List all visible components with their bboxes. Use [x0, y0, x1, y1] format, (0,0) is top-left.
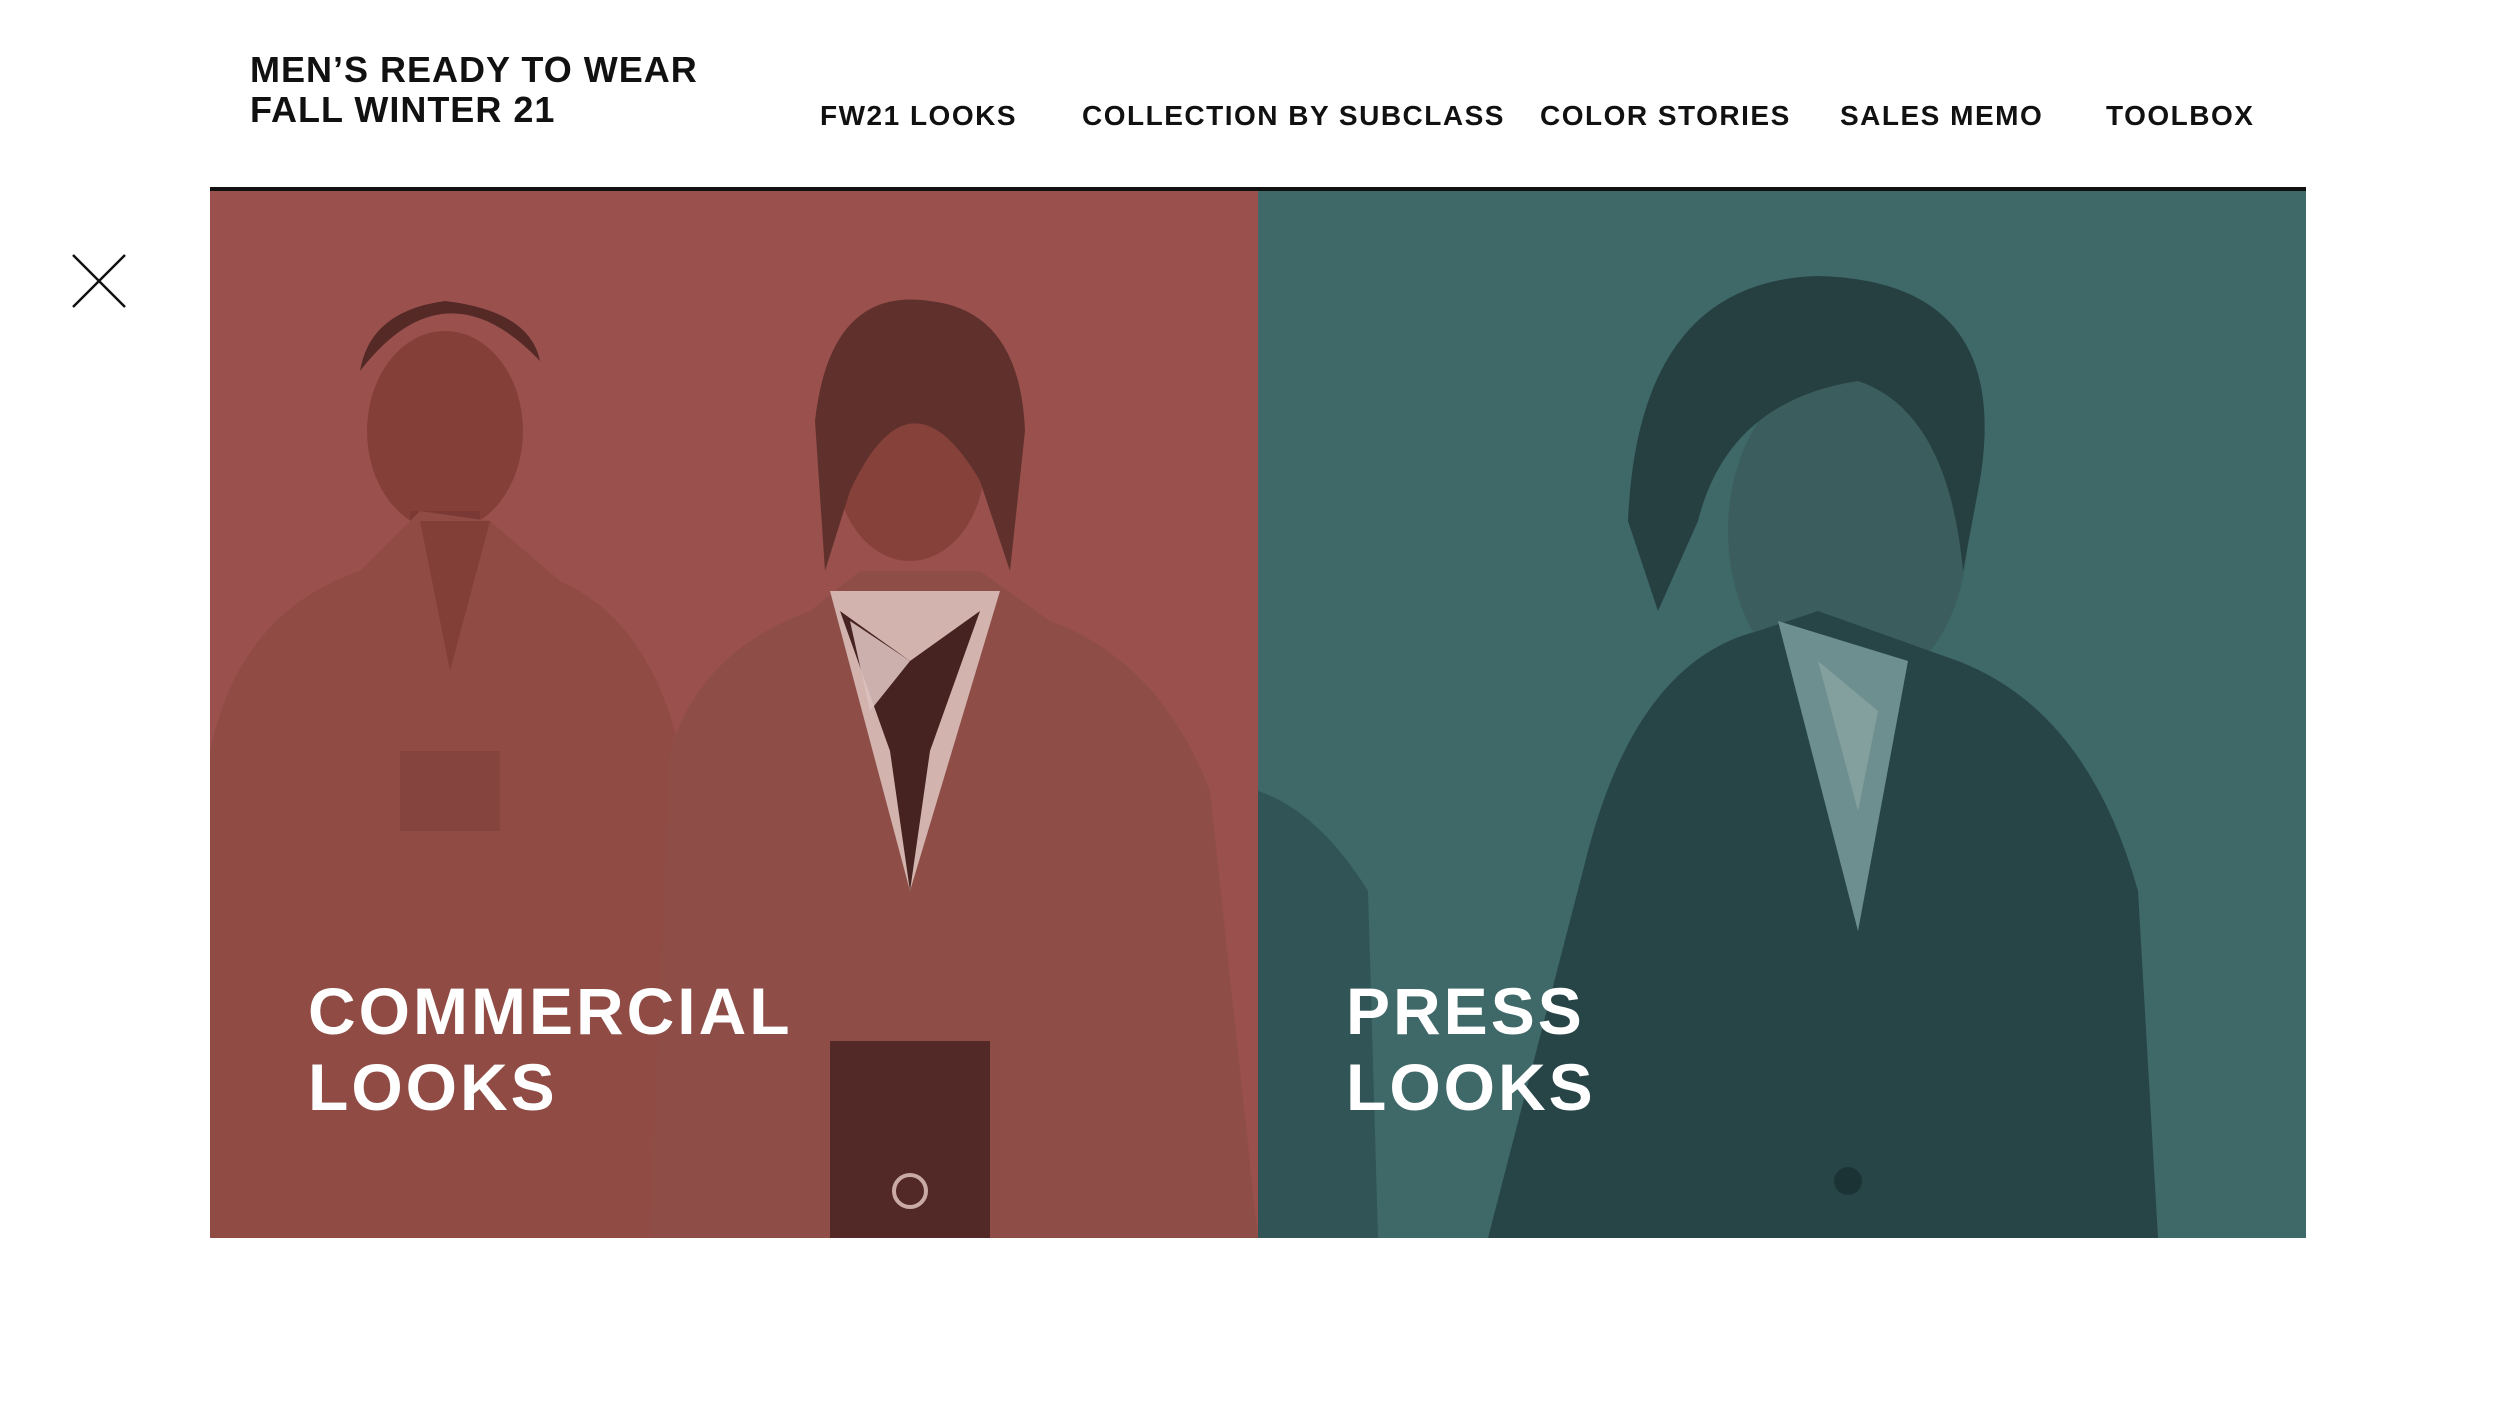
nav-item-fw21-looks[interactable]: FW21 LOOKS [820, 96, 1017, 136]
main-nav: FW21 LOOKS COLLECTION BY SUBCLASS COLOR … [0, 96, 2500, 136]
press-looks-card[interactable]: PRESS LOOKS [1258, 191, 2306, 1238]
press-looks-title-line2: LOOKS [1346, 1050, 1596, 1124]
close-icon [72, 254, 126, 308]
close-button[interactable] [70, 252, 128, 310]
nav-item-collection-by-subclass[interactable]: COLLECTION BY SUBCLASS [1082, 96, 1505, 136]
press-looks-title: PRESS LOOKS [1346, 973, 1596, 1125]
commercial-looks-title-line1: COMMERCIAL [308, 974, 793, 1048]
page: MEN’S READY TO WEAR FALL WINTER 21 FW21 … [0, 0, 2500, 1417]
commercial-looks-card[interactable]: COMMERCIAL LOOKS [210, 191, 1258, 1238]
nav-item-color-stories[interactable]: COLOR STORIES [1540, 96, 1791, 136]
commercial-looks-title-line2: LOOKS [308, 1050, 558, 1124]
commercial-looks-title: COMMERCIAL LOOKS [308, 973, 793, 1125]
press-looks-title-line1: PRESS [1346, 974, 1585, 1048]
brand-line-1: MEN’S READY TO WEAR [250, 49, 698, 90]
nav-item-toolbox[interactable]: TOOLBOX [2106, 96, 2254, 136]
nav-item-sales-memo[interactable]: SALES MEMO [1840, 96, 2043, 136]
looks-panels: COMMERCIAL LOOKS PRESS LOOKS [210, 191, 2306, 1238]
